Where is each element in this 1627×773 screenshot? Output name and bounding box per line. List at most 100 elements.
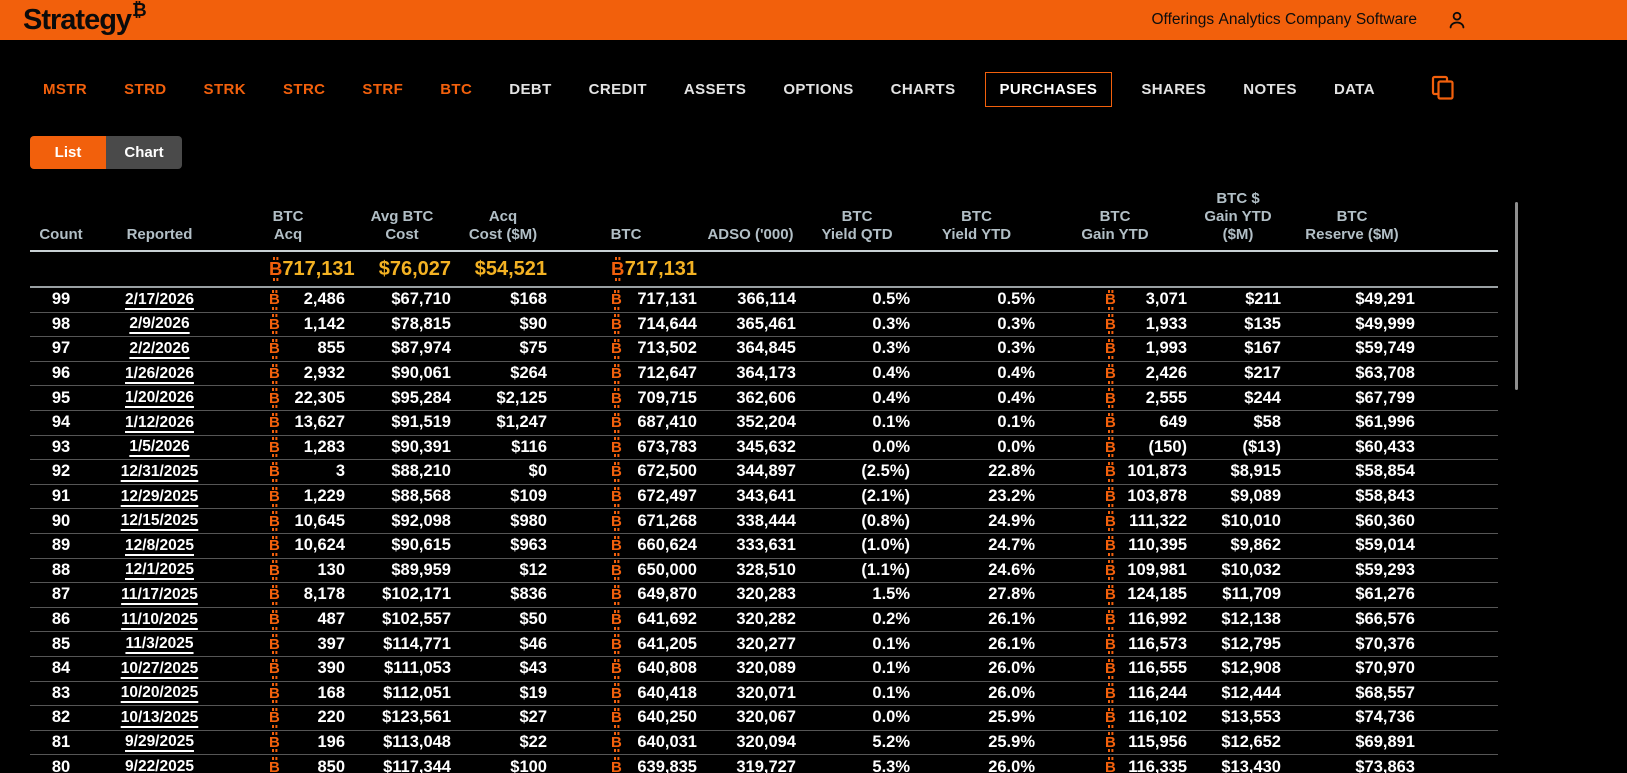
section-tab[interactable]: STRK [204, 81, 246, 98]
section-tab[interactable]: CHARTS [891, 81, 956, 98]
cell-btc-gain-ytd: B 115,956 [1039, 733, 1191, 752]
bitcoin-icon: B [611, 538, 622, 553]
strategy-logo[interactable]: Strategy ₿ [23, 2, 147, 38]
cell-btc-gain-ytd: B 2,555 [1039, 389, 1191, 408]
reported-date-link[interactable]: 9/29/2025 [125, 733, 194, 750]
cell-btc-gain-ytd-usd: $8,915 [1191, 462, 1285, 481]
cell-acq-cost: $46 [455, 635, 551, 654]
section-tab[interactable]: DEBT [509, 81, 551, 98]
section-tab[interactable]: BTC [440, 81, 472, 98]
cell-count: 81 [30, 733, 92, 752]
section-tab[interactable]: DATA [1334, 81, 1375, 98]
top-nav-item[interactable]: Software [1356, 11, 1417, 28]
cell-adso: 352,204 [701, 413, 800, 432]
bitcoin-icon: B [611, 686, 622, 701]
table-header-row: Count Reported BTC Acq Avg BTC Cost Acq … [30, 190, 1498, 252]
section-tab[interactable]: PURCHASES [985, 72, 1113, 107]
reported-date-link[interactable]: 9/22/2025 [125, 758, 194, 773]
logo-bitcoin-icon: ₿ [132, 0, 147, 21]
reported-date-link[interactable]: 11/3/2025 [125, 635, 193, 652]
table-scrollbar[interactable] [1515, 202, 1518, 390]
cell-btc-acq: B 1,229 [227, 487, 349, 506]
cell-avg-btc-cost: $112,051 [349, 684, 455, 703]
cell-acq-cost: $168 [455, 290, 551, 309]
reported-date-link[interactable]: 2/2/2026 [129, 340, 189, 357]
cell-btc-reserve: $70,376 [1285, 635, 1419, 654]
column-header: BTC Yield QTD [800, 208, 914, 244]
section-tab[interactable]: OPTIONS [783, 81, 853, 98]
cell-btc-yield-qtd: 0.5% [800, 290, 914, 309]
cell-reported: 12/15/2025 [92, 512, 227, 530]
section-tab[interactable]: NOTES [1243, 81, 1297, 98]
cell-count: 96 [30, 364, 92, 383]
table-row: 90 12/15/2025 B 10,645 $92,098 $980 B 67… [30, 509, 1498, 534]
cell-reported: 11/3/2025 [92, 635, 227, 653]
cell-adso: 344,897 [701, 462, 800, 481]
reported-date-link[interactable]: 12/1/2025 [125, 561, 194, 578]
cell-avg-btc-cost: $90,391 [349, 438, 455, 457]
cell-adso: 320,094 [701, 733, 800, 752]
reported-date-link[interactable]: 11/17/2025 [121, 586, 198, 603]
cell-btc-yield-qtd: 0.3% [800, 315, 914, 334]
cell-btc-yield-ytd: 0.4% [914, 389, 1039, 408]
cell-avg-btc-cost: $87,974 [349, 339, 455, 358]
bitcoin-icon: B [1105, 366, 1116, 381]
reported-date-link[interactable]: 12/31/2025 [121, 463, 199, 480]
reported-date-link[interactable]: 1/12/2026 [125, 414, 194, 431]
summary-btc-acq: B 717,131 [227, 258, 349, 281]
cell-btc-gain-ytd: B 116,555 [1039, 659, 1191, 678]
copy-icon[interactable] [1430, 74, 1456, 107]
cell-reported: 11/17/2025 [92, 586, 227, 604]
reported-date-link[interactable]: 2/17/2026 [125, 291, 194, 308]
section-tab[interactable]: MSTR [43, 81, 87, 98]
cell-btc-gain-ytd: B (150) [1039, 438, 1191, 457]
bitcoin-icon: B [611, 292, 622, 307]
reported-date-link[interactable]: 1/26/2026 [125, 365, 194, 382]
bitcoin-icon: B [611, 440, 622, 455]
cell-btc-total: B 687,410 [551, 413, 701, 432]
section-tab[interactable]: ASSETS [684, 81, 746, 98]
cell-acq-cost: $27 [455, 708, 551, 727]
cell-btc-yield-qtd: (0.8%) [800, 512, 914, 531]
cell-btc-reserve: $68,557 [1285, 684, 1419, 703]
top-nav: Offerings Analytics Company Software [1151, 10, 1467, 31]
section-tab[interactable]: CREDIT [589, 81, 647, 98]
reported-date-link[interactable]: 10/13/2025 [121, 709, 199, 726]
section-tab[interactable]: STRC [283, 81, 325, 98]
reported-date-link[interactable]: 1/5/2026 [129, 438, 189, 455]
cell-btc-total: B 641,205 [551, 635, 701, 654]
reported-date-link[interactable]: 12/29/2025 [121, 488, 199, 505]
account-icon[interactable] [1447, 10, 1467, 31]
cell-acq-cost: $90 [455, 315, 551, 334]
reported-date-link[interactable]: 12/8/2025 [125, 537, 194, 554]
bitcoin-icon: B [611, 563, 622, 578]
bitcoin-icon: B [1105, 514, 1116, 529]
cell-adso: 364,173 [701, 364, 800, 383]
cell-btc-acq: B 22,305 [227, 389, 349, 408]
cell-btc-yield-ytd: 0.5% [914, 290, 1039, 309]
list-toggle-button[interactable]: List [30, 136, 106, 169]
reported-date-link[interactable]: 10/27/2025 [121, 660, 199, 677]
top-nav-item[interactable]: Company [1285, 11, 1351, 28]
reported-date-link[interactable]: 1/20/2026 [125, 389, 194, 406]
summary-btc-total: B 717,131 [551, 258, 701, 281]
reported-date-link[interactable]: 10/20/2025 [121, 684, 199, 701]
cell-btc-reserve: $66,576 [1285, 610, 1419, 629]
cell-btc-reserve: $49,291 [1285, 290, 1419, 309]
reported-date-link[interactable]: 2/9/2026 [129, 315, 189, 332]
section-tab[interactable]: SHARES [1141, 81, 1206, 98]
bitcoin-icon: B [611, 489, 622, 504]
bitcoin-icon: B [1105, 710, 1116, 725]
bitcoin-icon: B [1105, 735, 1116, 750]
cell-btc-reserve: $60,433 [1285, 438, 1419, 457]
section-tab[interactable]: STRF [362, 81, 403, 98]
chart-toggle-button[interactable]: Chart [106, 136, 182, 169]
cell-acq-cost: $963 [455, 536, 551, 555]
cell-avg-btc-cost: $78,815 [349, 315, 455, 334]
cell-count: 83 [30, 684, 92, 703]
section-tab[interactable]: STRD [124, 81, 166, 98]
top-nav-item[interactable]: Analytics [1219, 11, 1281, 28]
reported-date-link[interactable]: 11/10/2025 [121, 611, 198, 628]
reported-date-link[interactable]: 12/15/2025 [121, 512, 199, 529]
top-nav-item[interactable]: Offerings [1151, 11, 1214, 28]
